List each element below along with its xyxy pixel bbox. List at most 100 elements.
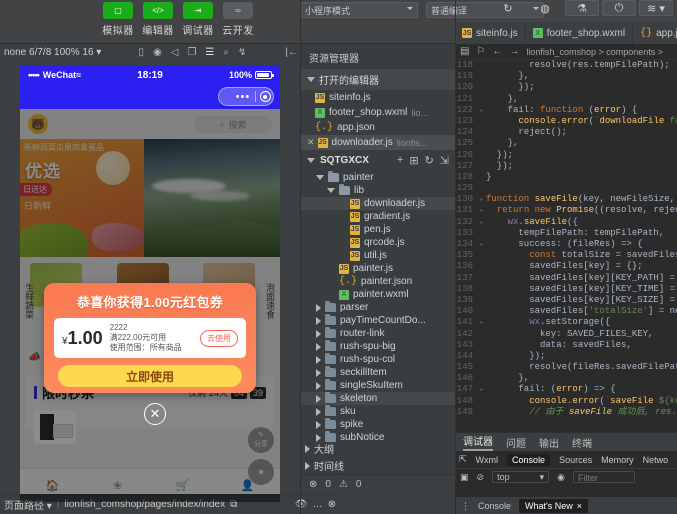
- fold-toggle[interactable]: ⌄: [477, 217, 486, 228]
- tree-folder[interactable]: sku: [301, 405, 455, 418]
- tab-output[interactable]: 输出: [539, 435, 559, 450]
- toolbar-button-simulator[interactable]: ▢ 模拟器: [100, 0, 136, 37]
- tree-folder[interactable]: painter: [301, 171, 455, 184]
- tab-sources[interactable]: Sources: [559, 455, 592, 465]
- simulator-panel: ••••• WeChat ≈ 18:19 100% ✕ •••: [0, 64, 300, 494]
- close-icon[interactable]: ✕: [307, 137, 315, 148]
- tab-debugger[interactable]: 调试器: [463, 433, 493, 451]
- list-icon[interactable]: ☰: [205, 47, 214, 58]
- tab-console[interactable]: Console: [507, 454, 550, 466]
- outline-icon[interactable]: ▤: [460, 46, 469, 57]
- explorer-status-bar: ⊗ 0 ⚠ 0: [301, 474, 455, 494]
- pointer-icon[interactable]: ↯: [238, 47, 246, 58]
- capsule-dots-icon[interactable]: •••: [236, 94, 251, 100]
- tree-file[interactable]: JSdownloader.js: [301, 197, 455, 210]
- project-root-row[interactable]: SQTGXCX + ⊞ ↻ ⇲: [301, 150, 455, 171]
- new-file-icon[interactable]: +: [397, 154, 403, 167]
- devtools-tab-bar: ⇱ Wxml Console Sources Memory Netwo: [455, 451, 677, 468]
- section-outline[interactable]: 大纲: [301, 440, 455, 457]
- tree-folder[interactable]: parser: [301, 301, 455, 314]
- tab-wxml[interactable]: Wxml: [476, 455, 499, 465]
- tree-folder[interactable]: spike: [301, 418, 455, 431]
- search-icon[interactable]: ⌕: [223, 47, 229, 58]
- eye-icon[interactable]: ◉: [557, 472, 565, 483]
- fold-toggle[interactable]: ⌄: [477, 194, 486, 205]
- filter-input[interactable]: Filter: [573, 471, 635, 483]
- toolbar-button-cloud[interactable]: ∞ 云开发: [220, 0, 256, 37]
- open-editor-siteinfo[interactable]: JS siteinfo.js: [301, 90, 455, 105]
- screenshot-icon[interactable]: ❐: [187, 47, 196, 58]
- more-icon[interactable]: ⋮: [461, 501, 470, 512]
- tree-folder[interactable]: router-link: [301, 327, 455, 340]
- close-icon[interactable]: ×: [577, 501, 582, 511]
- refresh-icon[interactable]: ↻: [425, 154, 434, 167]
- forward-icon[interactable]: →: [509, 46, 519, 57]
- tab-memory[interactable]: Memory: [601, 455, 634, 465]
- new-folder-icon[interactable]: ⊞: [409, 154, 418, 167]
- toolbar-button-debugger[interactable]: ⇥ 调试器: [180, 0, 216, 37]
- fold-toggle[interactable]: ⌄: [477, 105, 486, 116]
- open-editor-downloader[interactable]: ✕ JS downloader.js lionfis...: [301, 135, 455, 150]
- code-area[interactable]: 118 resolve(res.tempFilePath);119 },120 …: [455, 60, 677, 432]
- tree-folder[interactable]: lib: [301, 184, 455, 197]
- fold-toggle: [477, 150, 486, 161]
- bookmark-icon[interactable]: ⚐: [476, 46, 485, 57]
- volume-icon[interactable]: ◁: [171, 47, 179, 58]
- tab-network[interactable]: Netwo: [643, 455, 669, 465]
- code-text: savedFiles[key][KEY_SIZE] = newFil: [486, 295, 677, 306]
- tree-folder[interactable]: payTimeCountDo...: [301, 314, 455, 327]
- capsule-target-icon[interactable]: [260, 91, 271, 102]
- error-icon[interactable]: ⊗: [309, 479, 317, 490]
- mode-select[interactable]: 小程序模式: [300, 2, 418, 18]
- inspect-icon[interactable]: ⇱: [459, 454, 467, 465]
- tree-folder[interactable]: rush-spu-big: [301, 340, 455, 353]
- fold-toggle[interactable]: ⌄: [477, 205, 486, 216]
- device-select[interactable]: none 6/7/8 100% 16 ▾: [4, 47, 101, 58]
- tree-folder[interactable]: singleSkuItem: [301, 379, 455, 392]
- back-icon[interactable]: ←: [492, 46, 502, 57]
- fold-toggle[interactable]: ⌄: [477, 239, 486, 250]
- editor-tab-siteinfo[interactable]: JS siteinfo.js: [455, 22, 526, 44]
- coupon-use-link[interactable]: 去使用: [200, 330, 238, 347]
- tree-file[interactable]: JSutil.js: [301, 249, 455, 262]
- more-icon[interactable]: …: [313, 499, 323, 510]
- open-editors-section[interactable]: 打开的编辑器: [301, 69, 455, 90]
- open-editor-footer-shop[interactable]: X footer_shop.wxml lio...: [301, 105, 455, 120]
- error-icon[interactable]: ⊗: [328, 499, 336, 510]
- warning-icon[interactable]: ⚠: [339, 479, 348, 490]
- close-icon[interactable]: ✕: [144, 403, 166, 425]
- tree-file[interactable]: JSpen.js: [301, 223, 455, 236]
- tree-folder[interactable]: seckillItem: [301, 366, 455, 379]
- section-timeline[interactable]: 时间线: [301, 457, 455, 474]
- tree-folder[interactable]: skeleton: [301, 392, 455, 405]
- drawer-tab-whats-new[interactable]: What's New ×: [519, 499, 588, 513]
- collapse-all-icon[interactable]: ⇲: [440, 154, 449, 167]
- tree-file[interactable]: Xpainter.wxml: [301, 288, 455, 301]
- toolbar-button-editor[interactable]: </> 编辑器: [140, 0, 176, 37]
- tree-file[interactable]: JSqrcode.js: [301, 236, 455, 249]
- device-rotate-icon[interactable]: ▯: [139, 47, 145, 58]
- tree-file[interactable]: {.}painter.json: [301, 275, 455, 288]
- clear-console-icon[interactable]: ⊘: [477, 472, 485, 483]
- tree-folder[interactable]: rush-spu-col: [301, 353, 455, 366]
- collapse-icon[interactable]: |←: [285, 47, 298, 58]
- code-editor-panel: JS siteinfo.js X footer_shop.wxml {} app…: [455, 22, 677, 432]
- fold-toggle[interactable]: ⌄: [477, 317, 486, 328]
- tree-file[interactable]: JSpainter.js: [301, 262, 455, 275]
- wechat-capsule[interactable]: ✕ •••: [218, 87, 274, 106]
- tab-terminal[interactable]: 终端: [572, 435, 592, 450]
- chevron-right-icon: [316, 356, 321, 364]
- fold-toggle[interactable]: ⌄: [477, 384, 486, 395]
- context-select[interactable]: top ▾: [492, 471, 549, 483]
- record-icon[interactable]: ◉: [153, 47, 162, 58]
- eye-icon[interactable]: 👁: [295, 499, 308, 510]
- drawer-tab-console[interactable]: Console: [478, 501, 511, 511]
- tab-problems[interactable]: 问题: [506, 435, 526, 450]
- open-editor-app-json[interactable]: {.} app.json: [301, 120, 455, 135]
- editor-tab-footer-shop[interactable]: X footer_shop.wxml: [526, 22, 633, 44]
- editor-tab-app-json[interactable]: {} app.json: [633, 22, 677, 44]
- coupon-cta-button[interactable]: 立即使用: [58, 365, 242, 387]
- line-number: 123: [455, 116, 477, 127]
- tree-file[interactable]: JSgradient.js: [301, 210, 455, 223]
- play-icon[interactable]: ▣: [460, 472, 469, 483]
